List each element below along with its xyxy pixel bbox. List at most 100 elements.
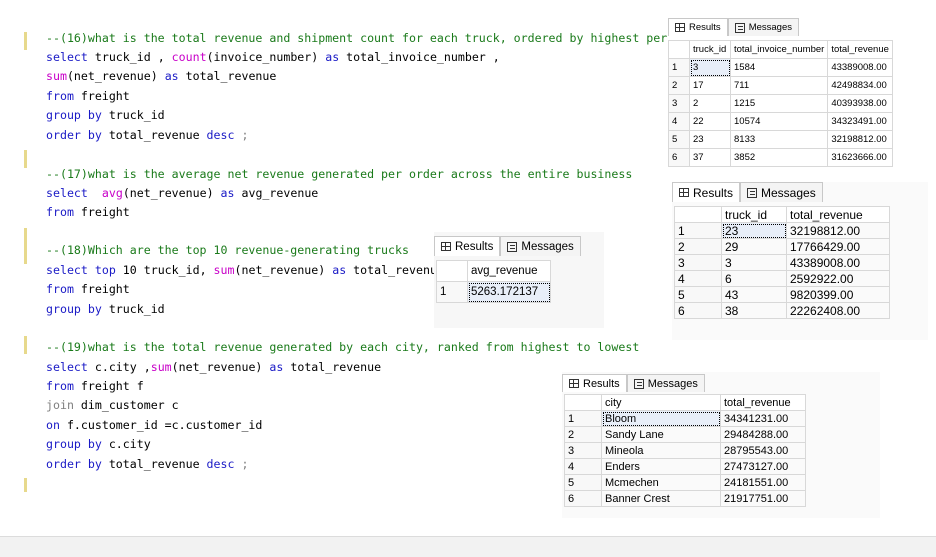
tab-messages[interactable]: Messages	[727, 18, 799, 36]
table-cell[interactable]: 34323491.00	[827, 112, 893, 131]
table-cell[interactable]: 32198812.00	[786, 222, 890, 239]
tab-messages[interactable]: Messages	[500, 236, 581, 256]
table-cell[interactable]: 8133	[729, 130, 829, 149]
table-cell[interactable]: 34341231.00	[720, 410, 806, 427]
code-line[interactable]: join dim_customer c	[46, 396, 179, 416]
tab-results[interactable]: Results	[434, 236, 501, 256]
table-row[interactable]: 2 Sandy Lane 29484288.00	[564, 426, 806, 443]
table-cell[interactable]: 22	[689, 112, 731, 131]
code-line[interactable]: select c.city ,sum(net_revenue) as total…	[46, 358, 381, 378]
row-number[interactable]: 2	[674, 238, 722, 255]
column-header[interactable]	[436, 260, 468, 282]
table-cell[interactable]: Mcmechen	[601, 474, 721, 491]
table-row[interactable]: 4 22 10574 34323491.00	[668, 112, 893, 131]
column-header[interactable]: truck_id	[721, 206, 787, 223]
table-cell[interactable]: 23	[721, 222, 787, 239]
table-row[interactable]: 4 6 2592922.00	[674, 270, 890, 287]
row-number[interactable]: 6	[564, 490, 602, 507]
table-row[interactable]: 4 Enders 27473127.00	[564, 458, 806, 475]
row-number[interactable]: 4	[564, 458, 602, 475]
table-cell[interactable]: 9820399.00	[786, 286, 890, 303]
row-number[interactable]: 1	[668, 58, 690, 77]
code-line[interactable]: from freight	[46, 87, 130, 107]
table-row[interactable]: 1 3 1584 43389008.00	[668, 58, 893, 77]
row-number[interactable]: 3	[564, 442, 602, 459]
column-header[interactable]: city	[601, 394, 721, 411]
tab-results[interactable]: Results	[668, 18, 728, 36]
column-header[interactable]	[674, 206, 722, 223]
table-row[interactable]: 6 37 3852 31623666.00	[668, 148, 893, 167]
code-line[interactable]: group by truck_id	[46, 106, 165, 126]
column-header[interactable]: total_revenue	[786, 206, 890, 223]
code-line[interactable]: select avg(net_revenue) as avg_revenue	[46, 184, 318, 204]
row-number[interactable]: 1	[564, 410, 602, 427]
column-header[interactable]: total_revenue	[720, 394, 806, 411]
row-number[interactable]: 3	[668, 94, 690, 113]
code-line[interactable]: group by c.city	[46, 435, 151, 455]
column-header[interactable]	[564, 394, 602, 411]
code-line[interactable]: --(18)Which are the top 10 revenue-gener…	[46, 241, 409, 261]
table-cell[interactable]: 1584	[729, 58, 829, 77]
code-line[interactable]: order by total_revenue desc ;	[46, 126, 248, 146]
table-row[interactable]: 5 23 8133 32198812.00	[668, 130, 893, 149]
table-cell[interactable]: 2592922.00	[786, 270, 890, 287]
table-cell[interactable]: 29	[721, 238, 787, 255]
column-header[interactable]: truck_id	[689, 40, 731, 59]
column-header[interactable]: total_revenue	[827, 40, 893, 59]
table-cell[interactable]: 31623666.00	[827, 148, 893, 167]
table-cell[interactable]: 711	[729, 76, 829, 95]
table-cell[interactable]: 40393938.00	[827, 94, 893, 113]
table-row[interactable]: 1 23 32198812.00	[674, 222, 890, 239]
tab-messages[interactable]: Messages	[626, 374, 705, 392]
row-number[interactable]: 3	[674, 254, 722, 271]
column-header[interactable]	[668, 40, 690, 59]
row-number[interactable]: 1	[436, 281, 468, 303]
table-cell[interactable]: Bloom	[601, 410, 721, 427]
table-cell[interactable]: 24181551.00	[720, 474, 806, 491]
table-cell[interactable]: 38	[721, 302, 787, 319]
table-row[interactable]: 1 Bloom 34341231.00	[564, 410, 806, 427]
tab-results[interactable]: Results	[562, 374, 627, 392]
table-row[interactable]: 6 Banner Crest 21917751.00	[564, 490, 806, 507]
tab-messages[interactable]: Messages	[740, 182, 823, 202]
table-cell[interactable]: 32198812.00	[827, 130, 893, 149]
table-row[interactable]: 3 2 1215 40393938.00	[668, 94, 893, 113]
row-number[interactable]: 4	[668, 112, 690, 131]
table-cell[interactable]: 43	[721, 286, 787, 303]
table-row[interactable]: 2 29 17766429.00	[674, 238, 890, 255]
column-header[interactable]: avg_revenue	[467, 260, 551, 282]
row-number[interactable]: 5	[564, 474, 602, 491]
code-line[interactable]: from freight	[46, 203, 130, 223]
table-cell[interactable]: 22262408.00	[786, 302, 890, 319]
code-line[interactable]: --(16)what is the total revenue and ship…	[46, 29, 723, 49]
code-line[interactable]: select top 10 truck_id, sum(net_revenue)…	[46, 261, 444, 281]
table-cell[interactable]: 29484288.00	[720, 426, 806, 443]
table-row[interactable]: 5 43 9820399.00	[674, 286, 890, 303]
row-number[interactable]: 5	[668, 130, 690, 149]
table-cell[interactable]: 28795543.00	[720, 442, 806, 459]
table-row[interactable]: 6 38 22262408.00	[674, 302, 890, 319]
table-cell[interactable]: 6	[721, 270, 787, 287]
table-cell[interactable]: 42498834.00	[827, 76, 893, 95]
table-cell[interactable]: Mineola	[601, 442, 721, 459]
table-cell[interactable]: 5263.172137	[467, 281, 551, 303]
code-line[interactable]: on f.customer_id =c.customer_id	[46, 416, 262, 436]
row-number[interactable]: 1	[674, 222, 722, 239]
row-number[interactable]: 2	[564, 426, 602, 443]
row-number[interactable]: 6	[674, 302, 722, 319]
code-line[interactable]: from freight	[46, 280, 130, 300]
results-grid[interactable]: truck_id total_invoice_number total_revenu…	[668, 40, 893, 167]
results-grid[interactable]: avg_revenue 1 5263.172137	[436, 260, 551, 303]
table-row[interactable]: 3 3 43389008.00	[674, 254, 890, 271]
table-cell[interactable]: 23	[689, 130, 731, 149]
table-cell[interactable]: 3	[721, 254, 787, 271]
table-cell[interactable]: 43389008.00	[827, 58, 893, 77]
table-row[interactable]: 2 17 711 42498834.00	[668, 76, 893, 95]
table-cell[interactable]: 2	[689, 94, 731, 113]
table-cell[interactable]: 43389008.00	[786, 254, 890, 271]
table-cell[interactable]: 3	[689, 58, 731, 77]
table-cell[interactable]: Sandy Lane	[601, 426, 721, 443]
code-line[interactable]: select truck_id , count(invoice_number) …	[46, 48, 500, 68]
code-line[interactable]: group by truck_id	[46, 300, 165, 320]
table-row[interactable]: 5 Mcmechen 24181551.00	[564, 474, 806, 491]
